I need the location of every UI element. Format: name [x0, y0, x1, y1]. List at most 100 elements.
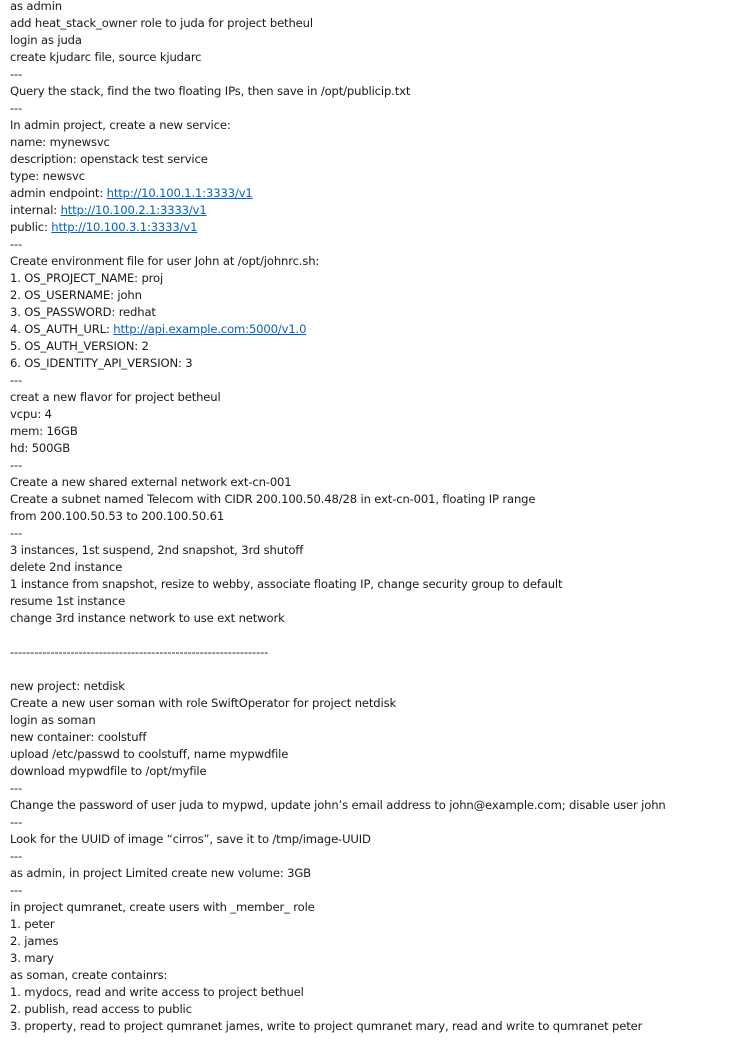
- text-line: 4. OS_AUTH_URL: http://api.example.com:5…: [10, 321, 726, 338]
- text-segment: new project: netdisk: [10, 679, 125, 693]
- text-line: [10, 661, 726, 678]
- text-segment: vcpu: 4: [10, 407, 52, 421]
- text-segment: new container: coolstuff: [10, 730, 147, 744]
- text-line: create kjudarc file, source kjudarc: [10, 49, 726, 66]
- text-segment: resume 1st instance: [10, 594, 126, 608]
- text-line: hd: 500GB: [10, 440, 726, 457]
- url-link[interactable]: http://10.100.3.1:3333/v1: [51, 220, 197, 234]
- text-segment: 1. mydocs, read and write access to proj…: [10, 985, 304, 999]
- text-segment: description: openstack test service: [10, 152, 208, 166]
- text-line: Query the stack, find the two floating I…: [10, 83, 726, 100]
- text-line: ---: [10, 814, 726, 831]
- text-segment: name: mynewsvc: [10, 135, 110, 149]
- text-segment: 3. mary: [10, 951, 54, 965]
- text-segment: mem: 16GB: [10, 424, 78, 438]
- url-link[interactable]: http://10.100.1.1:3333/v1: [107, 186, 253, 200]
- text-line: internal: http://10.100.2.1:3333/v1: [10, 202, 726, 219]
- text-line: download mypwdfile to /opt/myfile: [10, 763, 726, 780]
- text-line: change 3rd instance network to use ext n…: [10, 610, 726, 627]
- text-segment: Change the password of user juda to mypw…: [10, 798, 666, 812]
- text-segment: Create environment file for user John at…: [10, 254, 320, 268]
- text-line: ---: [10, 66, 726, 83]
- text-line: Create environment file for user John at…: [10, 253, 726, 270]
- text-line: 5. OS_AUTH_VERSION: 2: [10, 338, 726, 355]
- text-segment: ---: [10, 237, 23, 251]
- text-line: type: newsvc: [10, 168, 726, 185]
- text-segment: Create a new user soman with role SwiftO…: [10, 696, 397, 710]
- text-segment: ---: [10, 458, 23, 472]
- text-line: add heat_stack_owner role to juda for pr…: [10, 15, 726, 32]
- text-line: name: mynewsvc: [10, 134, 726, 151]
- text-segment: public:: [10, 220, 52, 234]
- text-line: Look for the UUID of image “cirros”, sav…: [10, 831, 726, 848]
- text-segment: ----------------------------------------…: [10, 645, 269, 659]
- text-line: admin endpoint: http://10.100.1.1:3333/v…: [10, 185, 726, 202]
- text-segment: ---: [10, 781, 23, 795]
- text-segment: 2. publish, read access to public: [10, 1002, 192, 1016]
- text-line: In admin project, create a new service:: [10, 117, 726, 134]
- text-segment: as admin: [10, 0, 62, 13]
- text-line: 1. OS_PROJECT_NAME: proj: [10, 270, 726, 287]
- document-body: as admin add heat_stack_owner role to jud…: [10, 0, 726, 1035]
- text-line: 3. OS_PASSWORD: redhat: [10, 304, 726, 321]
- text-line: 2. james: [10, 933, 726, 950]
- text-line: resume 1st instance: [10, 593, 726, 610]
- text-line: [10, 627, 726, 644]
- text-segment: login as soman: [10, 713, 96, 727]
- text-line: 3. property, read to project qumranet ja…: [10, 1018, 726, 1035]
- text-segment: upload /etc/passwd to coolstuff, name my…: [10, 747, 289, 761]
- text-segment: 1. OS_PROJECT_NAME: proj: [10, 271, 164, 285]
- text-segment: as admin, in project Limited create new …: [10, 866, 311, 880]
- text-segment: ---: [10, 373, 23, 387]
- text-segment: ---: [10, 883, 23, 897]
- text-line: new container: coolstuff: [10, 729, 726, 746]
- text-segment: 2. OS_USERNAME: john: [10, 288, 142, 302]
- text-line: mem: 16GB: [10, 423, 726, 440]
- url-link[interactable]: http://10.100.2.1:3333/v1: [61, 203, 207, 217]
- text-line: 1 instance from snapshot, resize to webb…: [10, 576, 726, 593]
- text-segment: 3 instances, 1st suspend, 2nd snapshot, …: [10, 543, 304, 557]
- text-line: Create a new shared external network ext…: [10, 474, 726, 491]
- text-segment: Create a new shared external network ext…: [10, 475, 292, 489]
- text-segment: admin endpoint:: [10, 186, 107, 200]
- text-line: from 200.100.50.53 to 200.100.50.61: [10, 508, 726, 525]
- text-line: creat a new flavor for project betheul: [10, 389, 726, 406]
- text-segment: 5. OS_AUTH_VERSION: 2: [10, 339, 149, 353]
- text-line: 2. publish, read access to public: [10, 1001, 726, 1018]
- text-segment: add heat_stack_owner role to juda for pr…: [10, 16, 313, 30]
- text-segment: 4. OS_AUTH_URL:: [10, 322, 114, 336]
- text-segment: ---: [10, 526, 23, 540]
- text-segment: In admin project, create a new service:: [10, 118, 231, 132]
- text-segment: change 3rd instance network to use ext n…: [10, 611, 285, 625]
- text-line: vcpu: 4: [10, 406, 726, 423]
- text-segment: ---: [10, 849, 23, 863]
- text-line: ---: [10, 525, 726, 542]
- text-line: description: openstack test service: [10, 151, 726, 168]
- text-segment: 1. peter: [10, 917, 55, 931]
- text-line: ---: [10, 100, 726, 117]
- text-segment: in project qumranet, create users with _…: [10, 900, 315, 914]
- text-line: Change the password of user juda to mypw…: [10, 797, 726, 814]
- text-line: ---: [10, 372, 726, 389]
- text-line: upload /etc/passwd to coolstuff, name my…: [10, 746, 726, 763]
- text-segment: 3. OS_PASSWORD: redhat: [10, 305, 156, 319]
- text-line: login as soman: [10, 712, 726, 729]
- text-line: 6. OS_IDENTITY_API_VERSION: 3: [10, 355, 726, 372]
- url-link[interactable]: http://api.example.com:5000/v1.0: [113, 322, 306, 336]
- text-segment: internal:: [10, 203, 61, 217]
- text-line: delete 2nd instance: [10, 559, 726, 576]
- text-segment: delete 2nd instance: [10, 560, 123, 574]
- text-line: as admin: [10, 0, 726, 15]
- text-segment: ---: [10, 67, 23, 81]
- text-segment: Query the stack, find the two floating I…: [10, 84, 411, 98]
- text-segment: 3. property, read to project qumranet ja…: [10, 1019, 643, 1033]
- text-segment: as soman, create containrs:: [10, 968, 168, 982]
- text-segment: from 200.100.50.53 to 200.100.50.61: [10, 509, 225, 523]
- text-segment: hd: 500GB: [10, 441, 71, 455]
- text-segment: 2. james: [10, 934, 59, 948]
- text-line: as soman, create containrs:: [10, 967, 726, 984]
- text-line: in project qumranet, create users with _…: [10, 899, 726, 916]
- text-line: login as juda: [10, 32, 726, 49]
- text-line: as admin, in project Limited create new …: [10, 865, 726, 882]
- text-segment: 1 instance from snapshot, resize to webb…: [10, 577, 563, 591]
